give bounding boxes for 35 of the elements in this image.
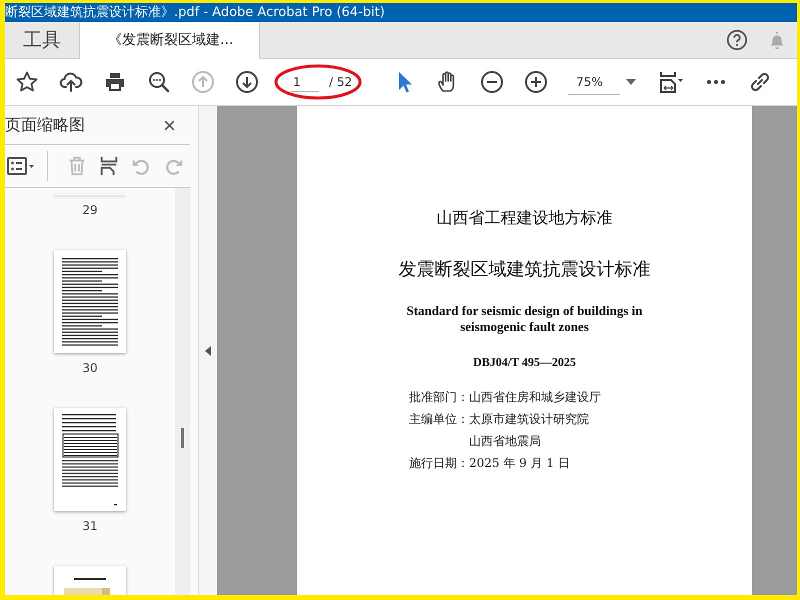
field-label: 主编单位： [409,411,469,428]
scrollbar-track[interactable] [175,188,190,595]
field-value: 太原市建筑设计研究院 [469,411,589,428]
caret-icon[interactable] [626,79,636,85]
collapse-handle[interactable] [198,106,217,595]
window-title: 断裂区域建筑抗震设计标准》.pdf - Adobe Acrobat Pro (64-bit) [5,3,797,22]
zoom-out-icon[interactable] [480,70,504,94]
search-icon[interactable] [147,70,171,94]
field-label: 施行日期： [409,455,469,472]
star-icon[interactable] [15,70,39,94]
insert-page-icon[interactable] [98,155,120,177]
panel-title: 页面缩略图 [5,114,85,136]
page-number: 29 [82,203,98,217]
field-value: 山西省住房和城乡建设厅 [469,389,601,406]
page-thumbnail[interactable] [54,408,126,511]
field-value: 2025 年 9 月 1 日 [469,455,570,472]
scrollbar-thumb[interactable] [181,428,184,448]
cloud-upload-icon[interactable] [59,70,83,94]
page-number: 31 [82,519,98,533]
document-tab[interactable]: 《发震断裂区域建... [80,22,260,59]
page-number: 30 [82,361,98,375]
field-value: 山西省地震局 [469,433,542,450]
help-icon[interactable] [726,29,748,51]
zoom-in-icon[interactable] [524,70,548,94]
list-options-icon[interactable] [6,154,36,178]
document-title: 发震断裂区域建筑抗震设计标准 [398,258,650,281]
field-label: 批准部门： [409,389,469,406]
standard-code: DBJ04/T 495—2025 [473,355,576,370]
close-icon[interactable] [163,118,176,132]
document-subtitle: 山西省工程建设地方标准 [436,208,612,229]
page-thumbnail[interactable] [54,250,126,353]
english-title: Standard for seismic design of buildings in seismogenic fault zones [406,303,644,335]
page-count: / 52 [329,75,352,89]
left-arrow-icon[interactable] [205,346,211,356]
printer-icon[interactable] [103,70,127,94]
